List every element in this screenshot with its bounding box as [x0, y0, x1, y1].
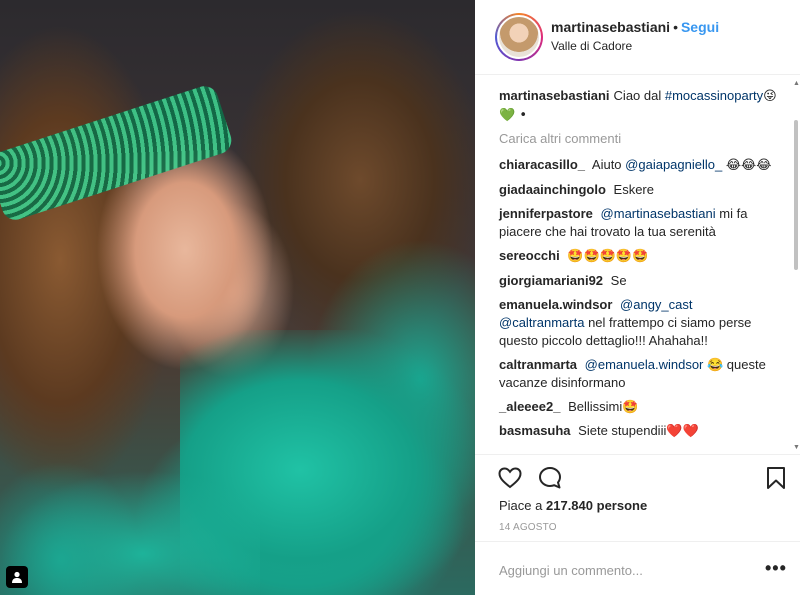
comment-item: _aleeee2_ Bellissimi🤩	[499, 398, 781, 416]
comment-username[interactable]: giorgiamariani92	[499, 273, 603, 288]
comment-text: Aiuto	[591, 157, 622, 172]
caption: martinasebastiani Ciao dal #mocassinopart…	[499, 87, 781, 125]
comment-text: Se	[610, 273, 627, 288]
header-user-line: martinasebastiani • Segui	[551, 19, 719, 35]
comment-username[interactable]: _aleeee2_	[499, 399, 560, 414]
comment-item: sereocchi 🤩🤩🤩🤩🤩	[499, 247, 781, 266]
header-username[interactable]: martinasebastiani	[551, 19, 670, 35]
comment-mention[interactable]: @gaiapagniello_	[625, 157, 722, 172]
feather-boa-lower	[0, 470, 260, 595]
post-date[interactable]: 14 AGOSTO	[499, 522, 557, 533]
likes-count[interactable]: Piace a 217.840 persone	[499, 498, 647, 513]
speech-bubble-icon[interactable]	[537, 465, 563, 491]
add-comment-input[interactable]	[499, 560, 749, 580]
comments-list[interactable]: martinasebastiani Ciao dal #mocassinopart…	[475, 75, 800, 453]
scroll-down-arrow-icon[interactable]: ▼	[793, 444, 800, 452]
comment-item: giorgiamariani92 Se	[499, 272, 781, 290]
follow-button[interactable]: Segui	[681, 19, 719, 35]
comment-item: caltranmarta @emanuela.windsor 😂 queste …	[499, 356, 781, 392]
scroll-up-arrow-icon[interactable]: ▲	[793, 80, 800, 88]
comment-username[interactable]: caltranmarta	[499, 357, 577, 372]
comment-mention[interactable]: @martinasebastiani	[601, 206, 716, 221]
comment-text: Eskere	[613, 182, 654, 197]
avatar[interactable]	[495, 13, 543, 61]
heart-outline-icon[interactable]	[497, 465, 523, 491]
caption-text: Ciao dal	[613, 88, 662, 103]
post-header: martinasebastiani • Segui Valle di Cadore	[475, 0, 800, 75]
comment-username[interactable]: jenniferpastore	[499, 206, 593, 221]
comment-item: chiaracasillo_ Aiuto @gaiapagniello_ 😂😂😂	[499, 156, 781, 175]
person-tag-icon[interactable]	[6, 566, 28, 588]
comment-emojis: 😂😂😂	[725, 158, 772, 173]
separator-dot: •	[673, 19, 678, 35]
load-more-comments-button[interactable]: Carica altri commenti	[499, 131, 800, 146]
comments-scrollbar[interactable]: ▲ ▼	[793, 80, 800, 452]
comment-text: Siete stupendiii❤️❤️	[578, 423, 699, 438]
comment-username[interactable]: basmasuha	[499, 423, 571, 438]
comment-item: giadaainchingolo Eskere	[499, 181, 781, 199]
comment-text: Bellissimi🤩	[568, 399, 639, 414]
sequin-headband	[0, 82, 235, 224]
more-options-icon[interactable]: •••	[765, 558, 787, 579]
scroll-thumb[interactable]	[794, 120, 798, 270]
comment-username[interactable]: sereocchi	[499, 248, 560, 263]
likes-number: 217.840	[546, 498, 593, 513]
location-link[interactable]: Valle di Cadore	[551, 39, 632, 53]
caption-hashtag[interactable]: #mocassinoparty	[665, 88, 763, 103]
comment-username[interactable]: chiaracasillo_	[499, 157, 585, 172]
bookmark-icon[interactable]	[763, 465, 789, 491]
comment-item: basmasuha Siete stupendiii❤️❤️	[499, 422, 781, 440]
post-side-panel: martinasebastiani • Segui Valle di Cadore …	[475, 0, 800, 595]
post-photo[interactable]	[0, 0, 475, 595]
likes-suffix: persone	[596, 498, 648, 513]
comment-mention[interactable]: @emanuela.windsor	[585, 357, 704, 372]
comment-item: emanuela.windsor @angy_cast @caltranmart…	[499, 296, 781, 350]
likes-prefix: Piace a	[499, 498, 543, 513]
comment-username[interactable]: emanuela.windsor	[499, 297, 612, 312]
comment-username[interactable]: giadaainchingolo	[499, 182, 606, 197]
comment-item: jenniferpastore @martinasebastiani mi fa…	[499, 205, 781, 241]
action-bar	[475, 454, 800, 498]
comment-emojis: 🤩🤩🤩🤩🤩	[567, 249, 649, 264]
add-comment-bar: •••	[475, 541, 800, 595]
caption-username[interactable]: martinasebastiani	[499, 88, 610, 103]
